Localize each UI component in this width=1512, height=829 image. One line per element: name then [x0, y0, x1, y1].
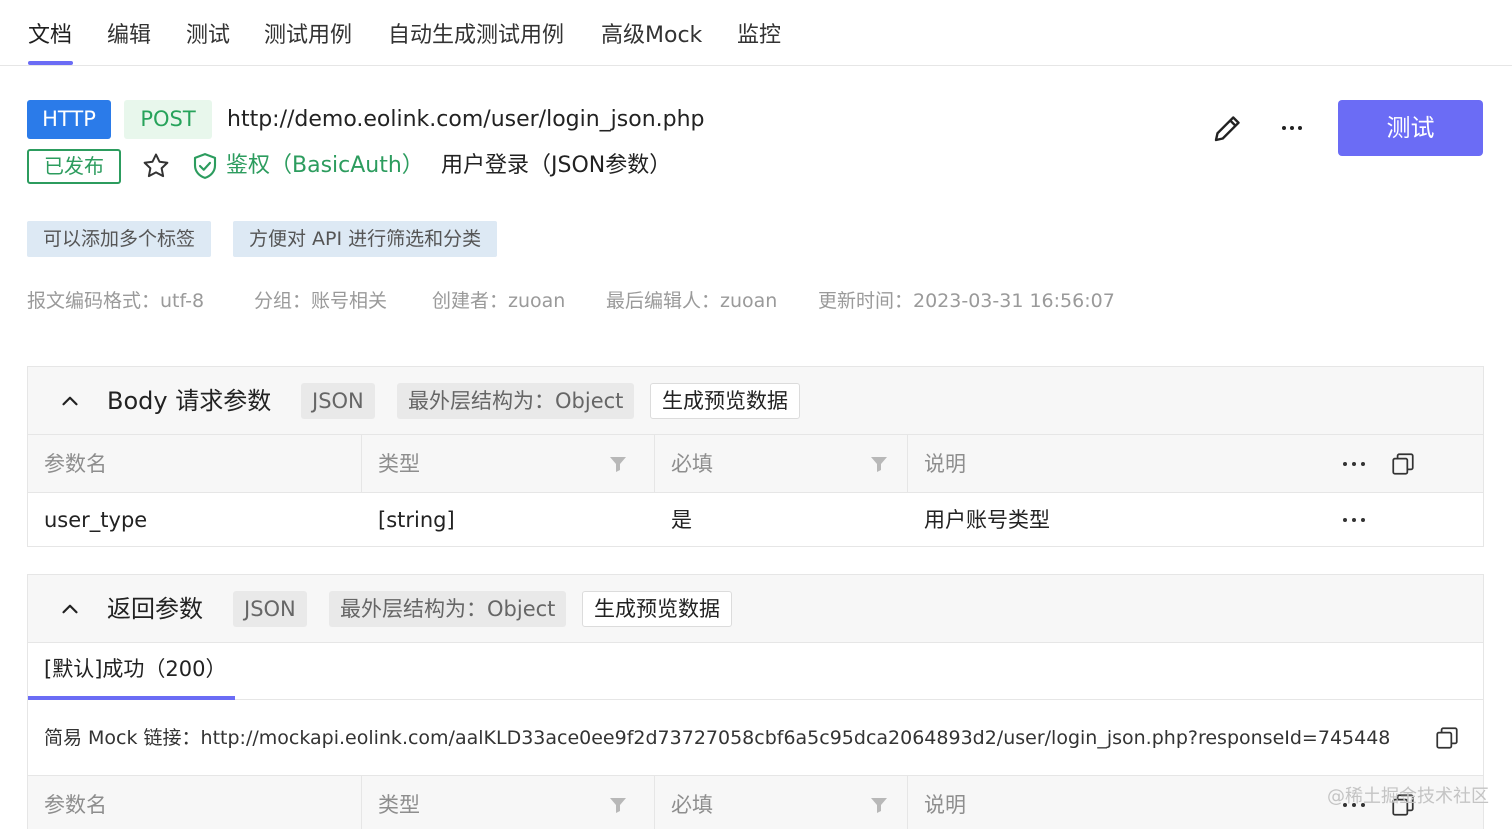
table-header: 参数名 类型 必填 说明 — [28, 775, 1483, 829]
label-tag[interactable]: 可以添加多个标签 — [27, 221, 212, 257]
tab-auto-generate[interactable]: 自动生成测试用例 — [388, 20, 564, 52]
meta-group: 分组：账号相关 — [254, 290, 388, 312]
col-param-name: 参数名 — [28, 435, 362, 493]
outer-structure-chip: 最外层结构为：Object — [329, 591, 567, 627]
api-name: 用户登录（JSON参数） — [441, 153, 672, 178]
cell-description: 用户账号类型 — [924, 508, 1050, 532]
cell-param-name: user_type — [44, 508, 148, 532]
col-param-name: 参数名 — [28, 776, 362, 829]
table-header: 参数名 类型 必填 说明 — [28, 435, 1483, 493]
panel-header: 返回参数 JSON 最外层结构为：Object 生成预览数据 — [28, 575, 1483, 643]
edit-icon[interactable] — [1210, 110, 1246, 146]
response-tab-default[interactable]: [默认]成功（200） — [44, 653, 226, 685]
tab-bar: 文档 编辑 测试 测试用例 自动生成测试用例 高级Mock 监控 — [0, 0, 1512, 66]
generate-preview-button[interactable]: 生成预览数据 — [582, 591, 732, 627]
generate-preview-button[interactable]: 生成预览数据 — [650, 383, 800, 419]
meta-creator: 创建者：zuoan — [432, 290, 566, 312]
mock-link[interactable]: 简易 Mock 链接：http://mockapi.eolink.com/aal… — [44, 723, 1390, 753]
section-title: 返回参数 — [107, 595, 203, 623]
tab-monitor[interactable]: 监控 — [737, 20, 781, 52]
col-description: 说明 — [924, 793, 966, 817]
format-chip: JSON — [301, 383, 375, 419]
chevron-up-icon[interactable] — [57, 596, 83, 622]
meta-encoding: 报文编码格式：utf-8 — [27, 290, 205, 312]
cell-type: [string] — [378, 508, 455, 532]
api-url: http://demo.eolink.com/user/login_json.p… — [227, 107, 705, 132]
outer-structure-chip: 最外层结构为：Object — [397, 383, 635, 419]
status-badge: 已发布 — [27, 149, 121, 184]
section-title: Body 请求参数 — [107, 387, 272, 415]
active-tab-indicator — [28, 696, 235, 700]
body-params-panel: Body 请求参数 JSON 最外层结构为：Object 生成预览数据 参数名 … — [27, 366, 1484, 547]
copy-icon[interactable] — [1390, 451, 1416, 477]
response-params-panel: 返回参数 JSON 最外层结构为：Object 生成预览数据 [默认]成功（20… — [27, 574, 1484, 829]
col-description: 说明 — [924, 452, 966, 476]
filter-icon[interactable] — [870, 455, 888, 473]
panel-header: Body 请求参数 JSON 最外层结构为：Object 生成预览数据 — [28, 367, 1483, 435]
filter-icon[interactable] — [609, 455, 627, 473]
cell-required: 是 — [671, 508, 692, 532]
active-tab-indicator — [28, 61, 73, 65]
auth-label: 鉴权（BasicAuth） — [226, 153, 424, 178]
more-icon[interactable] — [1340, 454, 1368, 474]
more-icon[interactable] — [1340, 510, 1368, 530]
tab-advanced-mock[interactable]: 高级Mock — [601, 20, 702, 52]
copy-icon[interactable] — [1434, 725, 1460, 751]
divider — [28, 699, 1483, 700]
meta-updated: 更新时间：2023-03-31 16:56:07 — [818, 290, 1115, 312]
method-badge: POST — [124, 100, 212, 139]
filter-icon[interactable] — [870, 796, 888, 814]
shield-icon — [193, 153, 217, 179]
format-chip: JSON — [233, 591, 307, 627]
tab-test[interactable]: 测试 — [186, 20, 230, 52]
chevron-up-icon[interactable] — [57, 388, 83, 414]
filter-icon[interactable] — [609, 796, 627, 814]
tab-test-cases[interactable]: 测试用例 — [264, 20, 352, 52]
test-button[interactable]: 测试 — [1338, 100, 1483, 156]
star-icon[interactable] — [141, 151, 171, 181]
meta-editor: 最后编辑人：zuoan — [606, 290, 778, 312]
more-icon[interactable] — [1275, 112, 1309, 144]
watermark: @稀土掘金技术社区 — [1327, 786, 1489, 807]
tab-docs[interactable]: 文档 — [28, 20, 72, 52]
protocol-badge: HTTP — [27, 100, 111, 139]
label-tag[interactable]: 方便对 API 进行筛选和分类 — [233, 221, 498, 257]
tab-edit[interactable]: 编辑 — [107, 20, 151, 52]
